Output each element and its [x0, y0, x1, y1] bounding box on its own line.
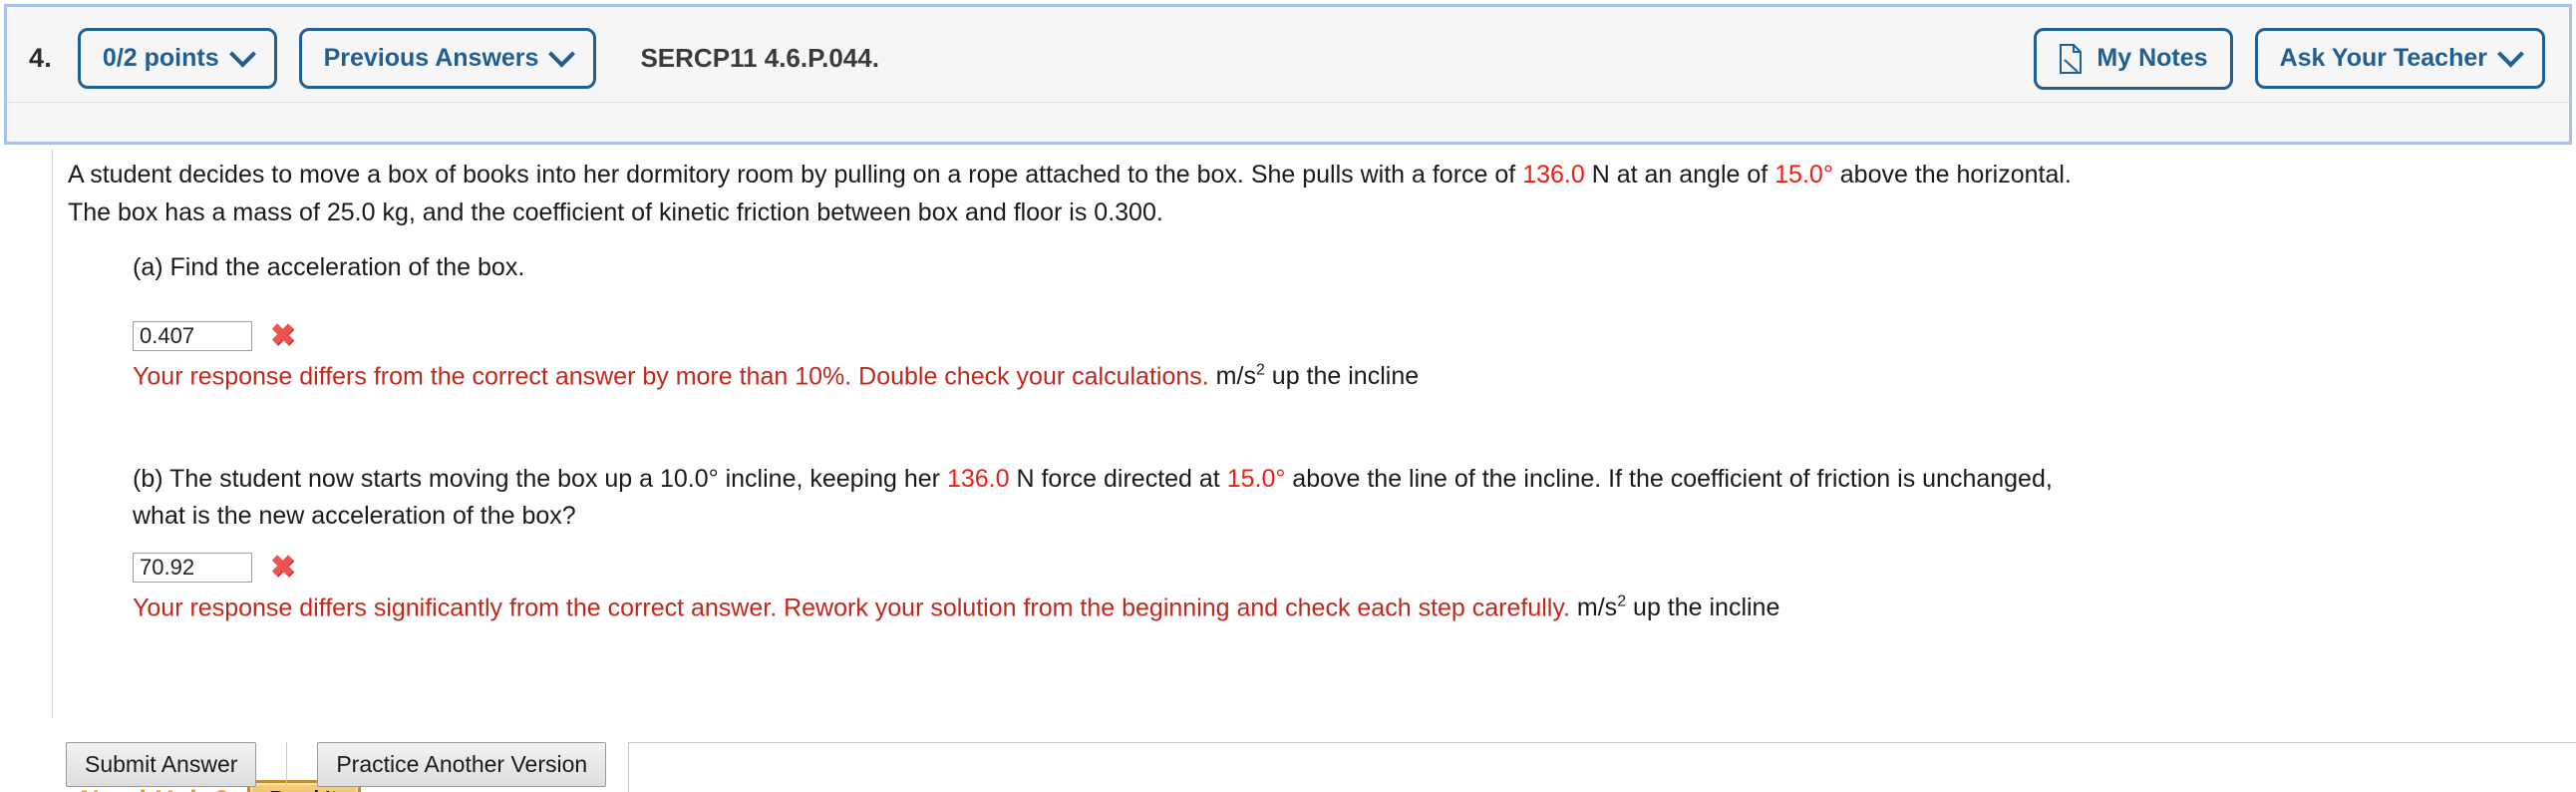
points-label: 0/2 points	[102, 44, 219, 72]
part-a-units-exponent: 2	[1255, 362, 1265, 379]
part-a-answer-row: ✖	[133, 321, 295, 351]
angle-value-1: 15.0°	[1774, 161, 1833, 189]
part-b-text-2: N force directed at	[1009, 465, 1227, 493]
question-page: 4. 0/2 points Previous Answers SERCP11 4…	[0, 0, 2576, 792]
part-a-answer-input[interactable]	[133, 321, 252, 351]
part-a-units-suffix: up the incline	[1264, 362, 1420, 391]
part-b-units-prefix: m/s	[1576, 594, 1618, 622]
chevron-down-icon	[2497, 40, 2524, 68]
part-b-incorrect-icon: ✖	[270, 551, 296, 584]
document-pen-icon	[2059, 43, 2083, 74]
force-value-2: 136.0	[946, 465, 1010, 493]
previous-answers-label: Previous Answers	[323, 44, 539, 72]
part-b-units-suffix: up the incline	[1626, 594, 1780, 622]
question-header-bar: 4. 0/2 points Previous Answers SERCP11 4…	[7, 15, 2569, 103]
ask-your-teacher-button[interactable]: Ask Your Teacher	[2254, 28, 2545, 89]
part-a-feedback: Your response differs from the correct a…	[133, 354, 1419, 393]
part-b-units-exponent: 2	[1617, 594, 1627, 610]
part-b-answer-row: ✖	[133, 553, 295, 583]
question-number: 4.	[29, 43, 52, 73]
question-card: 4. 0/2 points Previous Answers SERCP11 4…	[4, 4, 2572, 145]
part-a-units: m/s2 up the incline	[1216, 362, 1419, 390]
points-dropdown-button[interactable]: 0/2 points	[77, 28, 277, 89]
my-notes-label: My Notes	[2096, 44, 2208, 72]
submit-answer-button[interactable]: Submit Answer	[66, 742, 257, 787]
practice-another-version-button[interactable]: Practice Another Version	[317, 742, 607, 787]
previous-answers-dropdown-button[interactable]: Previous Answers	[298, 28, 597, 89]
part-a-units-prefix: m/s	[1215, 362, 1256, 391]
action-bar: Submit Answer Practice Another Version	[0, 742, 2576, 792]
part-b-units: m/s2 up the incline	[1577, 594, 1779, 621]
part-a-feedback-text: Your response differs from the correct a…	[133, 362, 1209, 391]
action-divider	[286, 742, 288, 786]
chevron-down-icon	[228, 40, 256, 68]
part-b-text-1: (b) The student now starts moving the bo…	[133, 465, 947, 493]
part-b-feedback-text: Your response differs significantly from…	[133, 594, 1570, 622]
part-b-answer-input[interactable]	[133, 553, 252, 583]
part-b-prompt: (b) The student now starts moving the bo…	[133, 461, 2545, 535]
force-value-1: 136.0	[1522, 161, 1585, 189]
angle-value-2: 15.0°	[1226, 465, 1286, 493]
problem-statement: A student decides to move a box of books…	[68, 156, 2560, 231]
statement-text-2: N at an angle of	[1584, 161, 1775, 189]
my-notes-button[interactable]: My Notes	[2034, 27, 2233, 90]
viewing-saved-work-panel	[628, 742, 2576, 792]
chevron-down-icon	[548, 40, 576, 68]
part-a-incorrect-icon: ✖	[270, 319, 296, 352]
question-body: A student decides to move a box of books…	[0, 150, 2576, 792]
statement-text-3: above the horizontal.	[1832, 161, 2072, 189]
question-id: SERCP11 4.6.P.044.	[640, 43, 879, 73]
statement-line-2: The box has a mass of 25.0 kg, and the c…	[68, 198, 1163, 226]
statement-text-1: A student decides to move a box of books…	[68, 161, 1523, 189]
part-b-feedback: Your response differs significantly from…	[133, 586, 1779, 624]
ask-teacher-label: Ask Your Teacher	[2279, 44, 2487, 72]
left-divider	[52, 150, 53, 718]
part-b-text-3: above the line of the incline. If the co…	[1285, 465, 2053, 493]
part-a-prompt: (a) Find the acceleration of the box.	[133, 253, 525, 281]
part-b-prompt-line-2: what is the new acceleration of the box?	[133, 502, 576, 530]
